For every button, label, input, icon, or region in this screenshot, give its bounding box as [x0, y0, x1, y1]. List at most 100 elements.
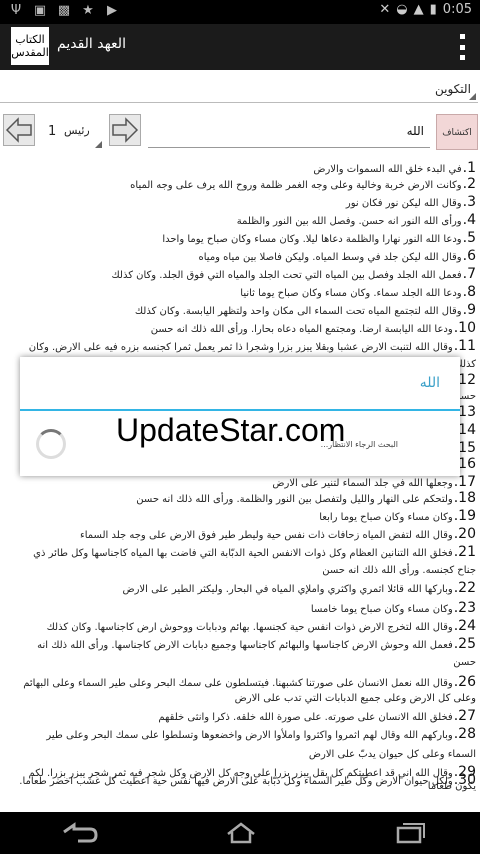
verse-text: وقال الله نعمل الانسان على صورتنا كشبهنا… — [23, 678, 453, 689]
verse-row: 27.فخلق الله الانسان على صورته. على صورة… — [4, 708, 476, 724]
next-button[interactable] — [109, 114, 141, 146]
verse-row: 11.وقال الله لتنبت الارض عشبا وبقلا يبزر… — [4, 338, 476, 354]
verse-text: في البدء خلق الله السموات والارض — [313, 164, 462, 175]
verse-text: فخلق الله التنانين العظام وكل ذوات الانف… — [33, 548, 453, 559]
verse-number: 19. — [453, 508, 476, 524]
verse-text: وقال الله ليكن نور فكان نور — [345, 198, 462, 209]
recent-apps-button[interactable] — [395, 822, 427, 848]
dialog-title: الله — [419, 375, 440, 391]
app-icon[interactable]: الكتاب المقدس — [11, 27, 49, 65]
loading-spinner-icon — [36, 429, 66, 459]
dropdown-triangle-icon — [469, 93, 476, 100]
verse-number: 24. — [453, 618, 476, 634]
system-nav-bar — [0, 812, 480, 854]
chapter-select[interactable]: 1 رئيس — [44, 116, 102, 148]
wifi-icon: ◒ — [396, 2, 408, 17]
verse-number: 8. — [462, 284, 476, 300]
verse-row: 30.ولكل حيوان الارض وكل طير السماء وكل د… — [4, 773, 476, 788]
search-input[interactable]: الله — [148, 116, 430, 148]
play-store-icon: ▶ — [107, 3, 117, 18]
dropdown-triangle-icon — [95, 141, 102, 148]
verse-number: 14 — [458, 422, 476, 438]
verse-row: 4.ورأى الله النور انه حسن. وفصل الله بين… — [4, 212, 476, 228]
verse-text: ودعا الله الجلد سماء. وكان مساء وكان صبا… — [240, 288, 462, 299]
back-button[interactable] — [60, 822, 100, 848]
verse-text: وباركهم الله وقال لهم اثمروا واكثروا وام… — [46, 730, 453, 741]
home-icon — [227, 822, 255, 844]
app-title: العهد القديم — [57, 36, 126, 52]
previous-button[interactable] — [3, 114, 35, 146]
verse-text: حسن — [453, 657, 476, 668]
verse-text: وعلى كل الارض وعلى جميع الدبابات التي تد… — [234, 693, 476, 704]
verse-row: حسن — [4, 656, 476, 669]
verse-text: ولتحكم على النهار والليل ولتفصل بين النو… — [136, 494, 453, 505]
verse-text: فعمل الله وحوش الارض كاجناسها والبهائم ك… — [37, 640, 453, 651]
verse-text: فخلق الله الانسان على صورته. على صورة ال… — [158, 712, 453, 723]
verse-number: 22. — [453, 580, 476, 596]
verse-text: وكان مساء وكان صباح يوما خامسا — [310, 604, 453, 615]
image-icon: ▩ — [57, 3, 71, 18]
verse-row: 2.وكانت الارض خربة وخالية وعلى وجه الغمر… — [4, 177, 476, 192]
verse-row: 3.وقال الله ليكن نور فكان نور — [4, 194, 476, 210]
search-button[interactable]: اكتشاف — [436, 114, 478, 150]
book-select[interactable]: التكوين — [0, 78, 478, 103]
usb-icon: Ψ — [10, 3, 22, 18]
verse-row: 6.وقال الله ليكن جلد في وسط المياه. وليك… — [4, 248, 476, 264]
search-input-value: الله — [406, 124, 424, 138]
verse-number: 11. — [453, 338, 476, 354]
verse-number: 18. — [453, 490, 476, 506]
verse-number: 6. — [462, 248, 476, 264]
arrow-left-icon — [5, 117, 32, 143]
status-bar: Ψ ▣ ▩ ★ ▶ ✕ ◒ ▲ ▮ 0:05 — [0, 0, 480, 24]
chapter-nav-row: 1 رئيس الله اكتشاف — [0, 114, 480, 154]
recent-apps-icon — [396, 823, 425, 844]
gallery-icon: ▣ — [33, 3, 47, 18]
clock: 0:05 — [442, 2, 472, 17]
verse-row: جناح كجنسه. ورأى الله ذلك انه حسن — [4, 564, 476, 577]
verse-text: وقال الله ليكن جلد في وسط المياه. وليكن … — [198, 252, 462, 263]
verse-row: 26.وقال الله نعمل الانسان على صورتنا كشب… — [4, 675, 476, 690]
verse-number: 17. — [453, 474, 476, 490]
verse-row: 20.وقال الله لتفض المياه زحافات ذات نفس … — [4, 526, 476, 542]
verse-row: 8.ودعا الله الجلد سماء. وكان مساء وكان ص… — [4, 284, 476, 300]
notification-icons: Ψ ▣ ▩ ★ ▶ — [8, 3, 120, 19]
verse-row: 1.في البدء خلق الله السموات والارض — [4, 161, 476, 176]
verse-number: 21. — [453, 544, 476, 560]
verse-text: وجعلها الله في جلد السماء لتنير على الار… — [272, 478, 453, 489]
verse-row: 22.وباركها الله قائلا اثمري واكثري واملإ… — [4, 580, 477, 596]
verse-number: 20. — [453, 526, 476, 542]
verse-number: 13 — [458, 404, 476, 420]
verse-row: 23.وكان مساء وكان صباح يوما خامسا — [4, 601, 476, 616]
verse-number: 5. — [462, 230, 476, 246]
verse-row: 10.ودعا الله اليابسة ارضا. ومجتمع المياه… — [4, 320, 476, 336]
verse-number: 12 — [458, 372, 476, 388]
chapter-number: 1 — [48, 124, 57, 139]
app-icon-line1: الكتاب — [15, 33, 45, 46]
verse-row: 5.ودعا الله النور نهارا والظلمة دعاها لي… — [4, 230, 476, 246]
verse-text: ودعا الله النور نهارا والظلمة دعاها ليلا… — [162, 234, 462, 245]
verse-text: ورأى الله النور انه حسن. وفصل الله بين ا… — [236, 216, 462, 227]
verse-number: 10. — [453, 320, 476, 336]
action-bar: الكتاب المقدس العهد القديم — [0, 24, 480, 70]
verse-row: 18.ولتحكم على النهار والليل ولتفصل بين ا… — [4, 490, 476, 506]
verse-number: 15 — [458, 440, 476, 456]
verse-number: 4. — [462, 212, 476, 228]
verse-row: 7.فعمل الله الجلد وفصل بين المياه التي ت… — [4, 267, 476, 282]
verse-number: 3. — [462, 194, 476, 210]
verse-text: وباركها الله قائلا اثمري واكثري واملإي ا… — [122, 584, 453, 595]
verse-row: 19.وكان مساء وكان صباح يوما رابعا — [4, 508, 476, 524]
verse-text: وكانت الارض خربة وخالية وعلى وجه الغمر ظ… — [130, 180, 462, 191]
verse-number: 16 — [458, 456, 476, 472]
verse-text: ودعا الله اليابسة ارضا. ومجتمع المياه دع… — [150, 324, 453, 335]
home-button[interactable] — [225, 822, 257, 848]
verse-number: 27. — [453, 708, 476, 724]
verse-text: جناح كجنسه. ورأى الله ذلك انه حسن — [322, 565, 476, 576]
verse-number: 28. — [453, 726, 476, 742]
system-icons: ✕ ◒ ▲ ▮ 0:05 — [379, 2, 472, 17]
overflow-menu-icon[interactable] — [460, 34, 466, 60]
verse-row: 21.فخلق الله التنانين العظام وكل ذوات ال… — [4, 544, 476, 560]
verse-row: 24.وقال الله لتخرج الارض ذوات انفس حية ك… — [4, 618, 476, 634]
verse-row: 25.فعمل الله وحوش الارض كاجناسها والبهائ… — [4, 637, 476, 652]
verse-text: وكان مساء وكان صباح يوما رابعا — [319, 512, 453, 523]
verse-row: 28.وباركهم الله وقال لهم اثمروا واكثروا … — [4, 726, 476, 742]
